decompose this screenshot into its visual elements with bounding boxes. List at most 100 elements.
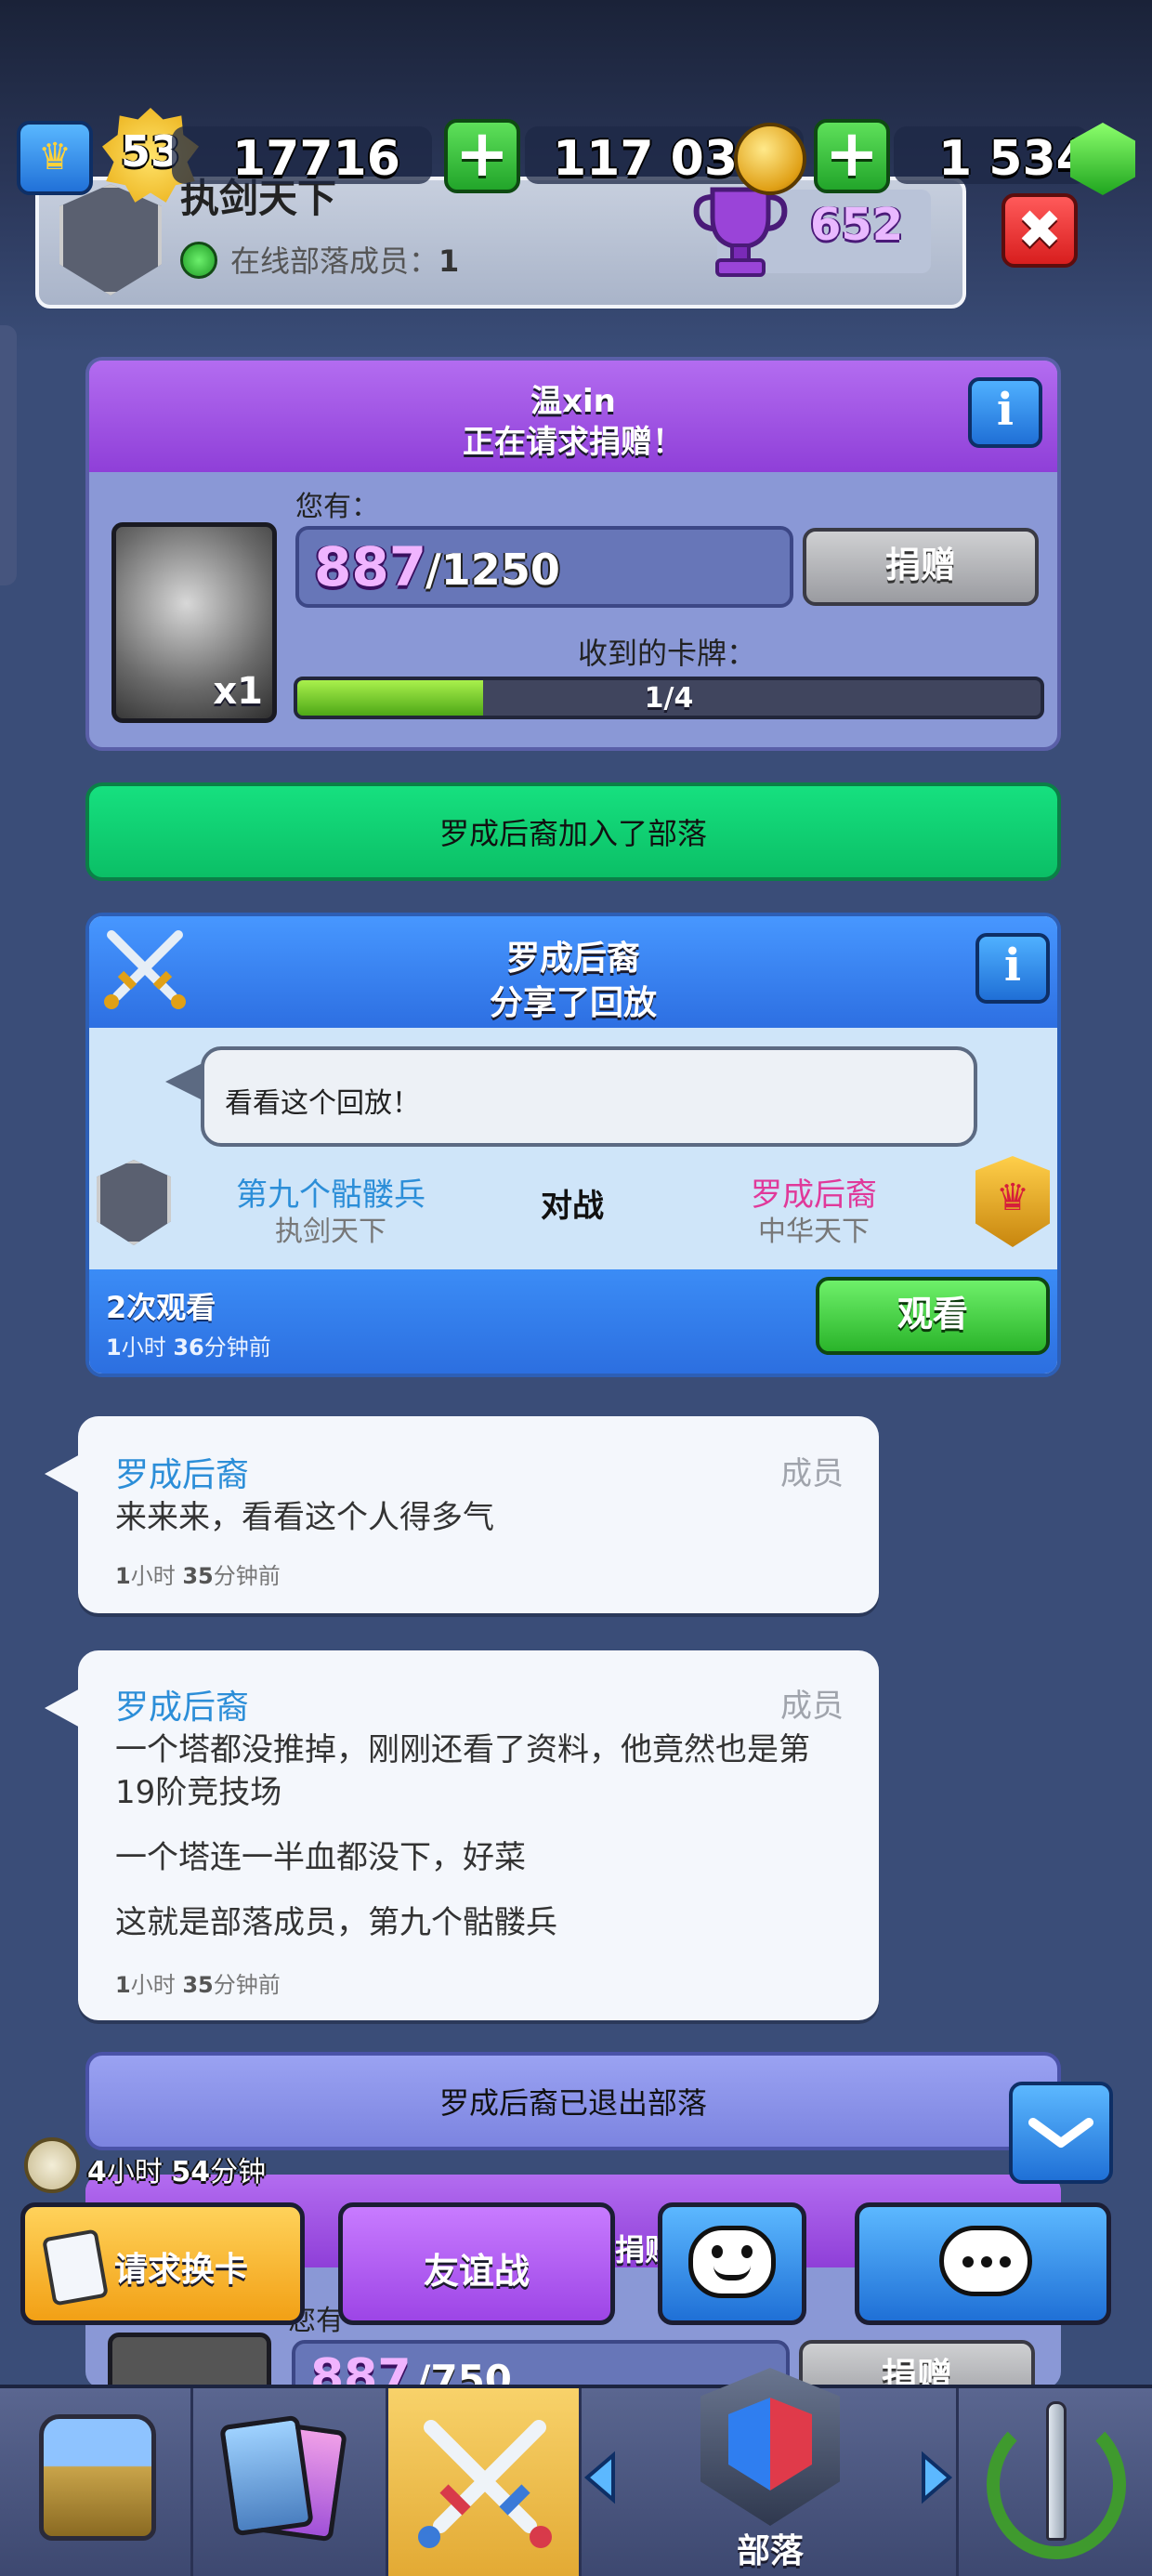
cards-front-icon bbox=[219, 2414, 314, 2537]
time-hours-label: 小时 bbox=[130, 1972, 183, 1998]
you-have-label: 您有： bbox=[295, 491, 379, 523]
time-minutes-label: 分钟前 bbox=[213, 1972, 281, 1998]
level-badge-area[interactable]: ♛ 53 bbox=[17, 108, 199, 203]
nav-tab-shop[interactable] bbox=[0, 2388, 193, 2576]
sword-icon bbox=[1046, 2401, 1067, 2541]
message-text: 一个塔连一半血都没下，好菜 bbox=[115, 1839, 526, 1876]
card-progress-box: 887 /1250 bbox=[295, 526, 793, 608]
request-card-label: 请求换卡 bbox=[114, 2251, 249, 2289]
message-text: 来来来，看看这个人得多气 bbox=[115, 1499, 494, 1536]
message-time: 1小时 35分钟前 bbox=[115, 1557, 281, 1590]
plus-icon: + bbox=[454, 115, 510, 191]
battle-swords-icon bbox=[418, 2420, 552, 2548]
timer-minutes: 54 bbox=[171, 2156, 211, 2188]
peek-card-portrait bbox=[108, 2333, 271, 2388]
sender-name[interactable]: 罗成后裔 bbox=[115, 1680, 249, 1728]
friendly-battle-label: 友谊战 bbox=[423, 2251, 530, 2292]
close-icon: ✖ bbox=[1016, 198, 1063, 261]
trophy-icon bbox=[693, 187, 788, 277]
sender-role: 成员 bbox=[780, 1688, 844, 1725]
replay-hours-label: 小时 bbox=[121, 1334, 174, 1360]
requester-name: 温xin bbox=[530, 383, 616, 420]
sender-role: 成员 bbox=[780, 1455, 844, 1492]
right-clan-badge-icon: ♛ bbox=[975, 1156, 1050, 1247]
watch-replay-button[interactable]: 观看 bbox=[816, 1277, 1050, 1355]
time-minutes-label: 分钟前 bbox=[213, 1563, 281, 1589]
chat-button[interactable] bbox=[855, 2202, 1111, 2325]
clan-shield-icon bbox=[700, 2368, 840, 2526]
received-label: 收到的卡牌： bbox=[577, 636, 756, 671]
request-subtitle: 正在请求捐赠！ bbox=[463, 424, 684, 461]
time-hours: 1 bbox=[115, 1563, 131, 1589]
clan-tab-label: 部落 bbox=[736, 2532, 804, 2570]
chat-message: 罗成后裔 成员 一个塔都没推掉，刚刚还看了资料，他竟然也是第 19阶竞技场 一个… bbox=[45, 1650, 879, 2020]
views-label: 次观看 bbox=[126, 1290, 216, 1325]
plus-icon: + bbox=[824, 115, 880, 191]
replay-minutes-label: 分钟前 bbox=[203, 1334, 271, 1360]
cards-needed: /1250 bbox=[425, 545, 560, 595]
replay-time: 1小时 36分钟前 bbox=[106, 1329, 271, 1361]
views-number: 2 bbox=[106, 1290, 127, 1325]
member-left-banner: 罗成后裔已退出部落 bbox=[85, 2052, 1061, 2150]
request-card-button[interactable]: 请求换卡 bbox=[20, 2202, 305, 2325]
left-clan-name: 执剑天下 bbox=[275, 1216, 386, 1248]
add-gems-button[interactable]: + bbox=[814, 119, 890, 193]
timer-minutes-label: 分钟 bbox=[210, 2156, 267, 2188]
left-arrow-icon bbox=[583, 2451, 615, 2504]
time-hours-label: 小时 bbox=[130, 1563, 183, 1589]
nav-tab-tournaments[interactable] bbox=[959, 2388, 1152, 2576]
message-text: 19阶竞技场 bbox=[115, 1774, 282, 1811]
online-members: 在线部落成员：1 bbox=[230, 238, 459, 281]
replay-footer: 2次观看 1小时 36分钟前 观看 bbox=[89, 1269, 1057, 1373]
replay-minutes: 36 bbox=[173, 1334, 204, 1360]
peek-donate-button[interactable]: 捐赠 bbox=[799, 2340, 1035, 2388]
online-dot-icon bbox=[180, 242, 217, 279]
bottom-navigation: 部落 bbox=[0, 2368, 1152, 2576]
request-header: 温xin 正在请求捐赠！ i bbox=[89, 361, 1057, 472]
right-clan-name: 中华天下 bbox=[758, 1216, 870, 1248]
emote-button[interactable] bbox=[658, 2202, 806, 2325]
replay-hours: 1 bbox=[106, 1334, 122, 1360]
replay-views: 2次观看 bbox=[106, 1284, 216, 1327]
add-gold-button[interactable]: + bbox=[444, 119, 520, 193]
received-count: 1/4 bbox=[644, 682, 694, 715]
message-time: 1小时 35分钟前 bbox=[115, 1966, 281, 1999]
versus-label: 对战 bbox=[541, 1188, 604, 1225]
close-button[interactable]: ✖ bbox=[1001, 193, 1078, 268]
peek-needed: /750 bbox=[416, 2357, 513, 2388]
peek-owned: 887 bbox=[310, 2349, 412, 2388]
replay-subtitle: 分享了回放 bbox=[489, 984, 657, 1022]
peek-progress-box: 887 /750 bbox=[292, 2340, 790, 2388]
friendly-battle-button[interactable]: 友谊战 bbox=[338, 2202, 615, 2325]
request-cooldown-timer: 4小时 54分钟 bbox=[87, 2149, 266, 2189]
emote-face-icon bbox=[688, 2226, 776, 2298]
crown-emblem-icon: ♛ bbox=[996, 1176, 1029, 1219]
donate-button[interactable]: 捐赠 bbox=[803, 528, 1039, 606]
timer-hours-label: 小时 bbox=[106, 2156, 172, 2188]
clan-trophies: 652 bbox=[810, 199, 904, 251]
received-progress-bar: 1/4 bbox=[294, 677, 1044, 719]
donation-request-card: 温xin 正在请求捐赠！ i x1 您有： 887 /1250 捐赠 收到的卡牌… bbox=[85, 357, 1061, 751]
scroll-down-button[interactable] bbox=[1009, 2082, 1113, 2184]
time-minutes: 35 bbox=[182, 1563, 214, 1589]
nav-tab-battle[interactable] bbox=[388, 2388, 582, 2576]
crown-icon: ♛ bbox=[17, 121, 93, 195]
left-clan-badge-icon bbox=[97, 1160, 171, 1245]
gem-counter: 1 534 bbox=[938, 131, 1090, 187]
nav-tab-clan[interactable]: 部落 bbox=[582, 2368, 959, 2576]
replay-info-button[interactable]: i bbox=[975, 933, 1050, 1004]
treasure-chest-icon bbox=[39, 2414, 156, 2541]
message-text: 这就是部落成员，第九个骷髅兵 bbox=[115, 1904, 557, 1941]
online-label: 在线部落成员： bbox=[230, 243, 439, 279]
nav-tab-cards[interactable] bbox=[193, 2388, 388, 2576]
chat-message: 罗成后裔 成员 来来来，看看这个人得多气 1小时 35分钟前 bbox=[45, 1416, 879, 1613]
card-count: x1 bbox=[213, 670, 263, 713]
card-icon bbox=[42, 2228, 109, 2307]
card-portrait: x1 bbox=[111, 522, 277, 723]
request-info-button[interactable]: i bbox=[968, 377, 1042, 448]
right-arrow-icon bbox=[922, 2451, 953, 2504]
sender-name[interactable]: 罗成后裔 bbox=[115, 1448, 249, 1496]
info-icon: i bbox=[1003, 940, 1022, 992]
cards-owned: 887 bbox=[314, 535, 427, 598]
timer-hours: 4 bbox=[87, 2156, 107, 2188]
